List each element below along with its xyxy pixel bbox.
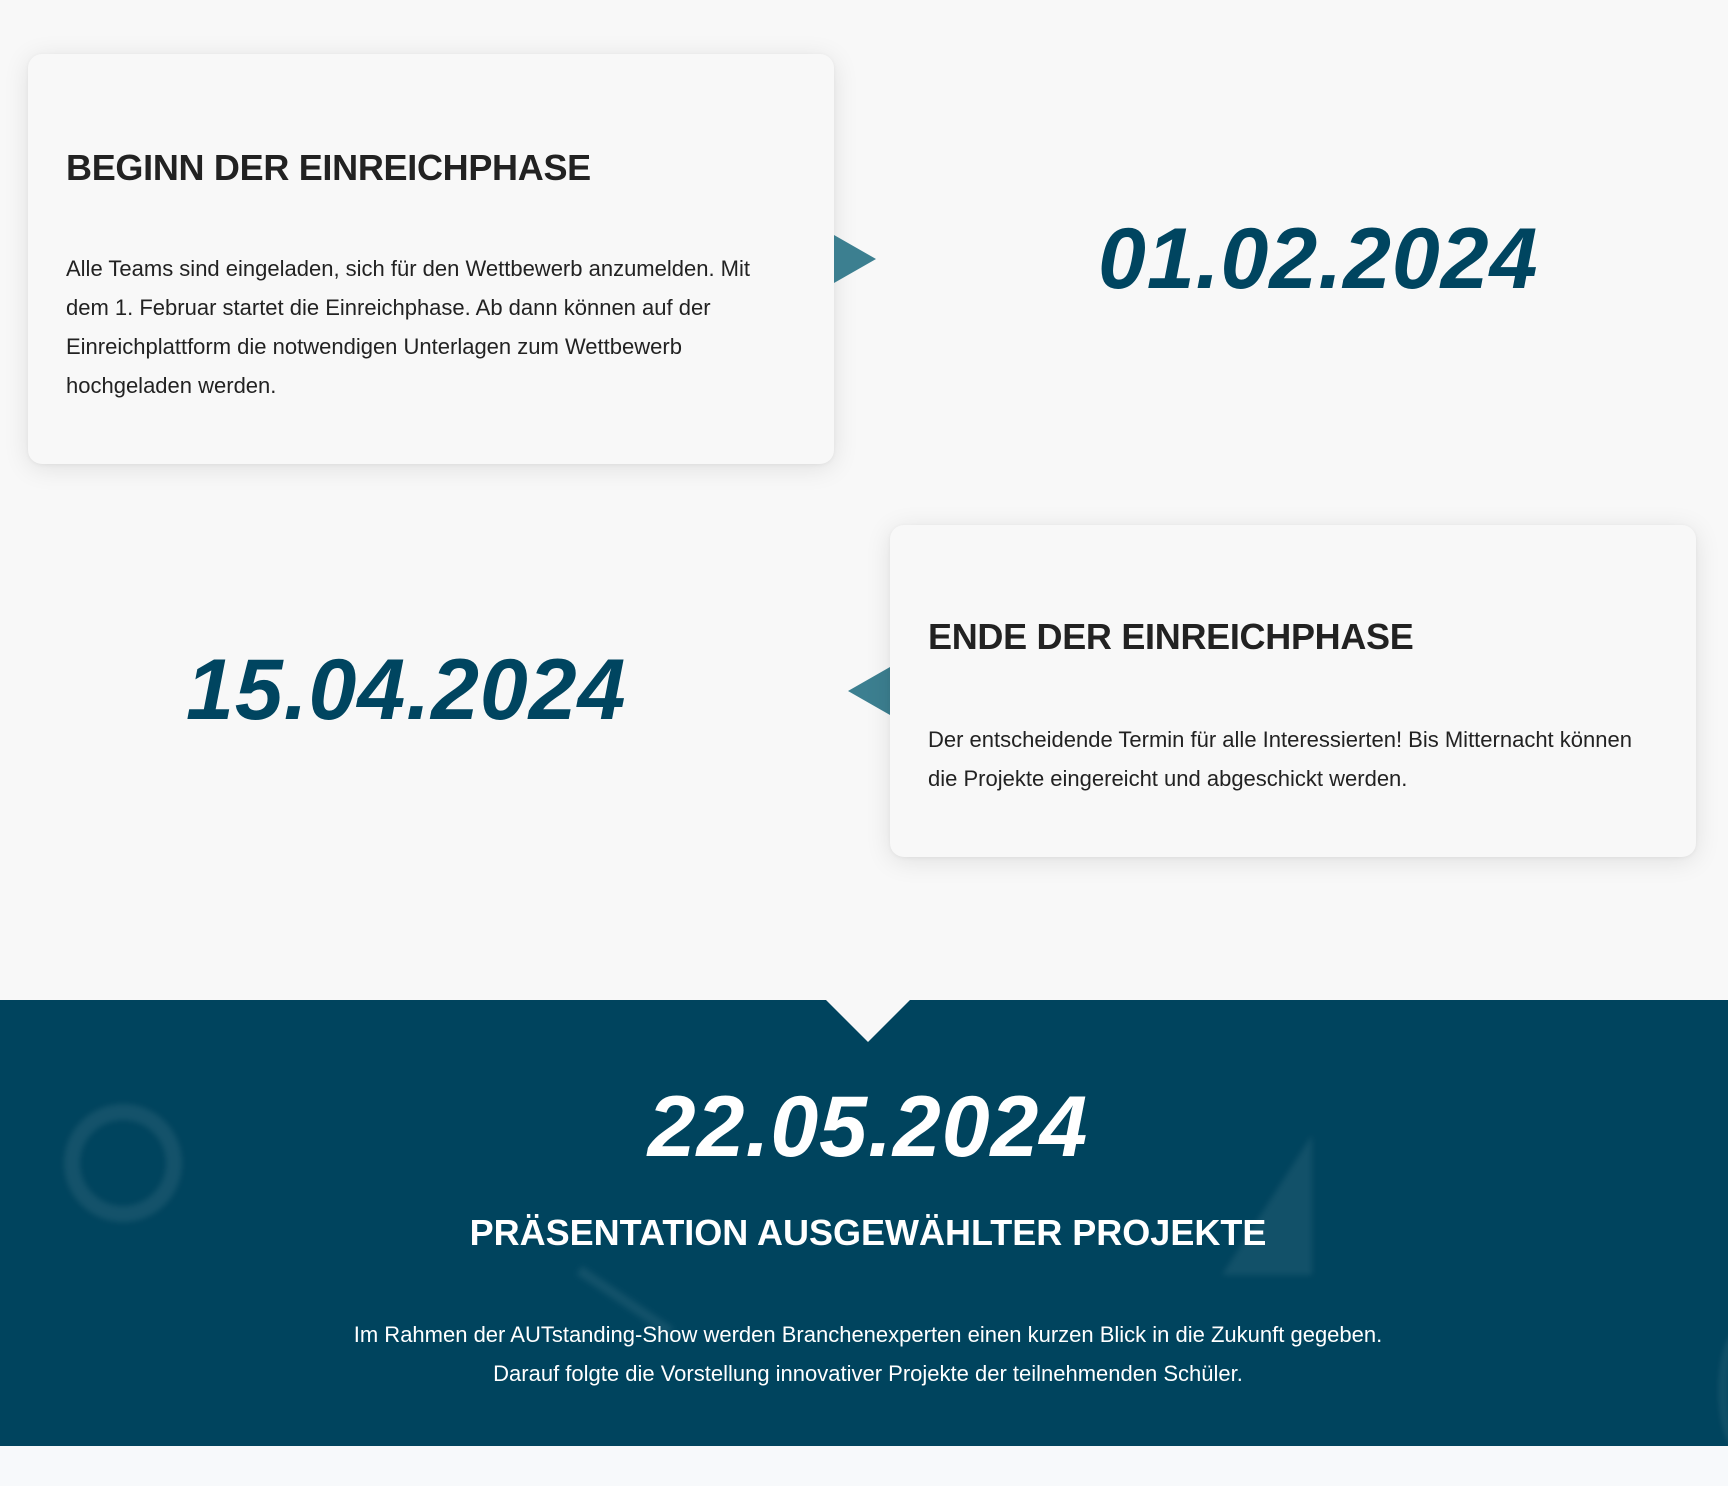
decorative-shape-icon [1718,1330,1728,1446]
arrow-right-icon [834,235,876,283]
timeline-date: 15.04.2024 [186,642,627,738]
section-divider [0,1446,1728,1486]
timeline-date: 01.02.2024 [1098,211,1539,307]
card-description: Der entscheidende Termin für alle Intere… [928,727,1632,791]
card-title: BEGINN DER EINREICHPHASE [66,147,591,188]
timeline-card-submission-end: ENDE DER EINREICHPHASE Der entscheidende… [890,525,1696,857]
arrow-left-icon [848,667,890,715]
card-description: Alle Teams sind eingeladen, sich für den… [66,256,751,398]
timeline-page: BEGINN DER EINREICHPHASE Alle Teams sind… [0,0,1728,1486]
down-pointer-icon [826,1000,910,1042]
card-title: ENDE DER EINREICHPHASE [928,616,1414,657]
highlight-title: PRÄSENTATION AUSGEWÄHLTER PROJEKTE [469,1212,1267,1253]
highlight-band: 22.05.2024 PRÄSENTATION AUSGEWÄHLTER PRO… [0,1000,1728,1446]
timeline-card-submission-start: BEGINN DER EINREICHPHASE Alle Teams sind… [28,54,834,464]
highlight-description: Im Rahmen der AUTstanding-Show werden Br… [353,1322,1383,1386]
highlight-date: 22.05.2024 [647,1079,1089,1175]
